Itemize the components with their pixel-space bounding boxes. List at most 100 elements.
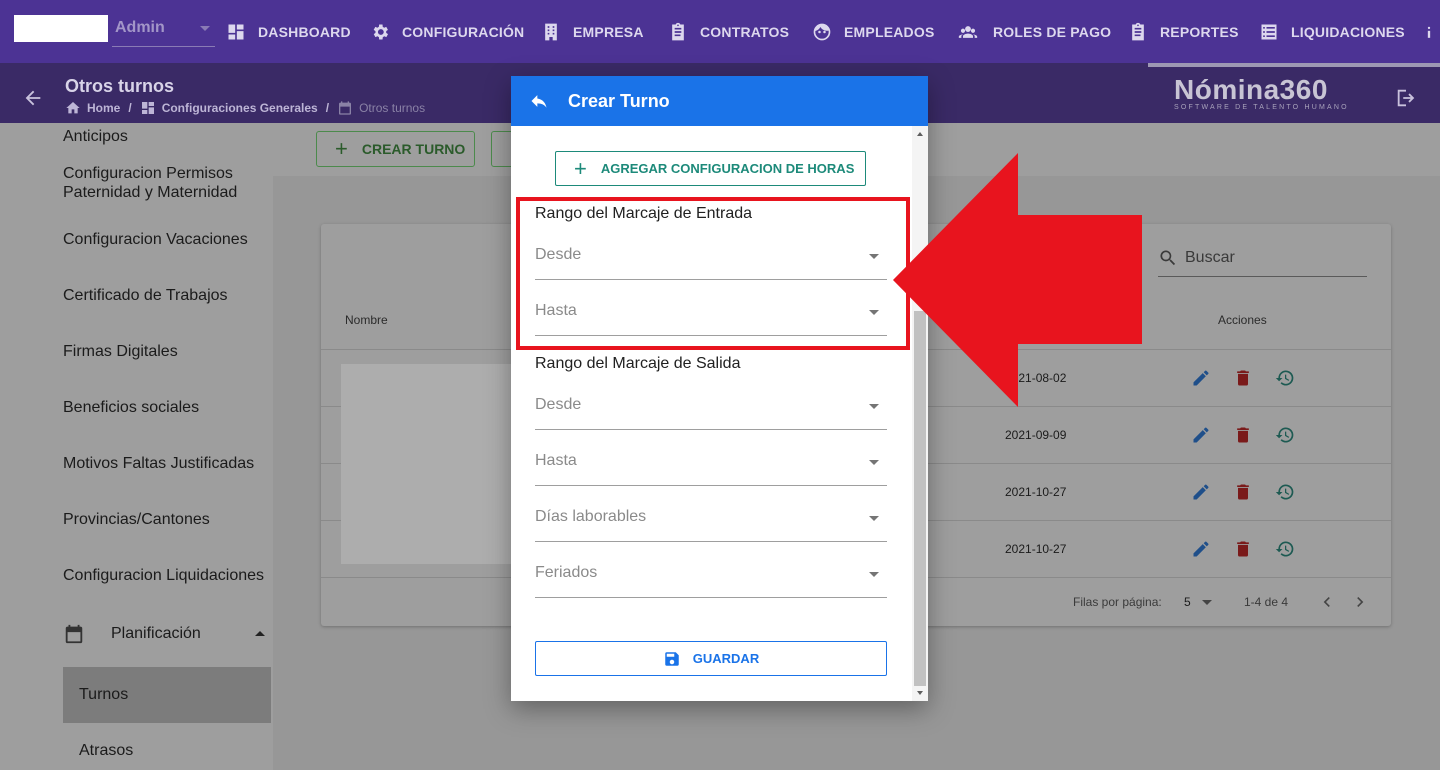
chevron-down-icon — [869, 572, 879, 577]
nav-roles-de-pago[interactable]: ROLES DE PAGO — [955, 20, 1111, 44]
sidebar-group-planificacion[interactable]: Planificación — [63, 619, 273, 649]
table-row-date: 2021-09-09 — [1005, 428, 1067, 442]
nav-empresa[interactable]: EMPRESA — [541, 20, 644, 44]
delete-icon[interactable] — [1233, 425, 1253, 445]
scroll-up-arrow-icon[interactable] — [917, 132, 923, 136]
page-title: Otros turnos — [65, 76, 175, 96]
dialog-title: Crear Turno — [568, 91, 670, 111]
face-icon — [813, 23, 831, 41]
sidebar-item-anticipos[interactable]: Anticipos — [63, 127, 128, 146]
nav-dashboard[interactable]: DASHBOARD — [226, 20, 351, 44]
dialog-header: Crear Turno — [511, 76, 928, 126]
sidebar-item-firmas-digitales[interactable]: Firmas Digitales — [63, 342, 178, 361]
breadcrumb-home-label: Home — [87, 101, 121, 115]
sidebar-item-provincias-cantones[interactable]: Provincias/Cantones — [63, 510, 210, 529]
save-icon — [665, 651, 679, 666]
edit-icon[interactable] — [1191, 368, 1211, 388]
nav-liquidaciones-label: LIQUIDACIONES — [1291, 24, 1405, 40]
history-icon[interactable] — [1275, 425, 1295, 445]
user-role-select[interactable]: Admin — [112, 14, 215, 47]
sidebar-item-turnos[interactable]: Turnos — [63, 667, 271, 723]
nav-underline — [0, 63, 1440, 71]
nav-dashboard-label: DASHBOARD — [258, 24, 351, 40]
chevron-down-icon — [869, 460, 879, 465]
top-navbar: Admin DASHBOARD CONFIGURACIÓN EMPRESA CO… — [0, 0, 1440, 71]
sidebar-item-config-liquidaciones[interactable]: Configuracion Liquidaciones — [63, 566, 264, 585]
workdays-placeholder: Días laborables — [535, 508, 647, 525]
brand-tagline: SOFTWARE DE TALENTO HUMANO — [1174, 104, 1349, 111]
dashboard-icon — [228, 24, 244, 40]
table-row-date: 2021-10-27 — [1005, 485, 1067, 499]
sidebar-item-atrasos[interactable]: Atrasos — [63, 723, 271, 770]
nav-roles-de-pago-label: ROLES DE PAGO — [993, 24, 1112, 40]
logout-icon[interactable] — [1395, 87, 1417, 109]
chevron-left-icon[interactable] — [1317, 592, 1337, 612]
add-hours-config-button[interactable]: + AGREGAR CONFIGURACION DE HORAS — [555, 151, 866, 186]
nav-reportes[interactable]: REPORTES — [1128, 20, 1239, 44]
reply-arrow-icon[interactable] — [529, 91, 549, 111]
workdays-select[interactable]: Días laborables — [535, 502, 887, 542]
list-icon — [1261, 24, 1277, 40]
nav-contratos[interactable]: CONTRATOS — [668, 20, 789, 44]
nav-configuracion-label: CONFIGURACIÓN — [402, 24, 525, 40]
create-shift-dialog: Crear Turno + AGREGAR CONFIGURACION DE H… — [511, 76, 928, 701]
history-icon[interactable] — [1275, 482, 1295, 502]
pagination-range: 1-4 de 4 — [1244, 595, 1289, 609]
search-placeholder: Buscar — [1185, 249, 1235, 266]
add-hours-config-label: AGREGAR CONFIGURACION DE HORAS — [600, 161, 855, 176]
scroll-down-arrow-icon[interactable] — [917, 691, 923, 695]
rows-per-page-label: Filas por página: — [1073, 595, 1162, 609]
sidebar-item-motivos-faltas[interactable]: Motivos Faltas Justificadas — [63, 454, 254, 473]
nav-configuracion[interactable]: CONFIGURACIÓN — [370, 20, 524, 44]
redacted-names-block — [341, 364, 516, 564]
sidebar-item-permisos-paternidad[interactable]: Configuracion Permisos Paternidad y Mate… — [63, 164, 263, 202]
sidebar-item-beneficios-sociales[interactable]: Beneficios sociales — [63, 398, 199, 417]
sidebar-item-certificado-trabajos[interactable]: Certificado de Trabajos — [63, 286, 228, 305]
rows-per-page-select[interactable]: 5 — [1184, 595, 1191, 609]
exit-range-title: Rango del Marcaje de Salida — [535, 355, 741, 372]
exit-from-select[interactable]: Desde — [535, 390, 887, 430]
breadcrumb-separator: / — [128, 101, 132, 115]
chevron-down-icon — [869, 516, 879, 521]
sidebar-item-vacaciones[interactable]: Configuracion Vacaciones — [63, 230, 248, 249]
delete-icon[interactable] — [1233, 539, 1253, 559]
more-vertical-icon — [1427, 26, 1431, 38]
chevron-down-icon[interactable] — [1202, 600, 1212, 605]
nav-more-icon[interactable] — [1422, 20, 1440, 44]
edit-icon[interactable] — [1191, 425, 1211, 445]
annotation-arrow-icon — [893, 153, 1142, 407]
holidays-select[interactable]: Feriados — [535, 558, 887, 598]
back-arrow-icon[interactable] — [22, 87, 44, 109]
chevron-right-icon[interactable] — [1350, 592, 1370, 612]
edit-icon[interactable] — [1191, 539, 1211, 559]
nav-contratos-label: CONTRATOS — [700, 24, 790, 40]
delete-icon[interactable] — [1233, 482, 1253, 502]
sidebar: Anticipos Configuracion Permisos Paterni… — [0, 123, 273, 770]
home-icon — [66, 102, 80, 114]
breadcrumb-configuraciones-label: Configuraciones Generales — [161, 101, 318, 115]
calendar-icon — [65, 624, 83, 644]
exit-to-select[interactable]: Hasta — [535, 446, 887, 486]
search-input[interactable]: Buscar — [1158, 246, 1367, 277]
delete-icon[interactable] — [1233, 368, 1253, 388]
nav-reportes-label: REPORTES — [1160, 24, 1239, 40]
edit-icon[interactable] — [1191, 482, 1211, 502]
calendar-icon — [339, 101, 352, 115]
create-shift-button[interactable]: + CREAR TURNO — [316, 131, 475, 167]
column-header-nombre[interactable]: Nombre — [345, 313, 388, 327]
breadcrumb-configuraciones[interactable]: Configuraciones Generales — [140, 100, 318, 116]
history-icon[interactable] — [1275, 368, 1295, 388]
table-row-date: 2021-10-27 — [1005, 542, 1067, 556]
breadcrumb: Home / Configuraciones Generales / Otros… — [65, 100, 425, 116]
save-button[interactable]: GUARDAR — [535, 641, 887, 676]
history-icon[interactable] — [1275, 539, 1295, 559]
create-shift-label: CREAR TURNO — [361, 141, 466, 157]
brand-logo: Nómina360 SOFTWARE DE TALENTO HUMANO — [1174, 74, 1354, 111]
user-role-label: Admin — [115, 19, 165, 36]
nav-liquidaciones[interactable]: LIQUIDACIONES — [1259, 20, 1405, 44]
breadcrumb-home[interactable]: Home — [65, 100, 120, 116]
nav-empleados[interactable]: EMPLEADOS — [812, 20, 934, 44]
dashboard-icon — [141, 102, 154, 114]
breadcrumb-separator: / — [325, 101, 330, 115]
annotation-highlight-box — [516, 197, 910, 350]
